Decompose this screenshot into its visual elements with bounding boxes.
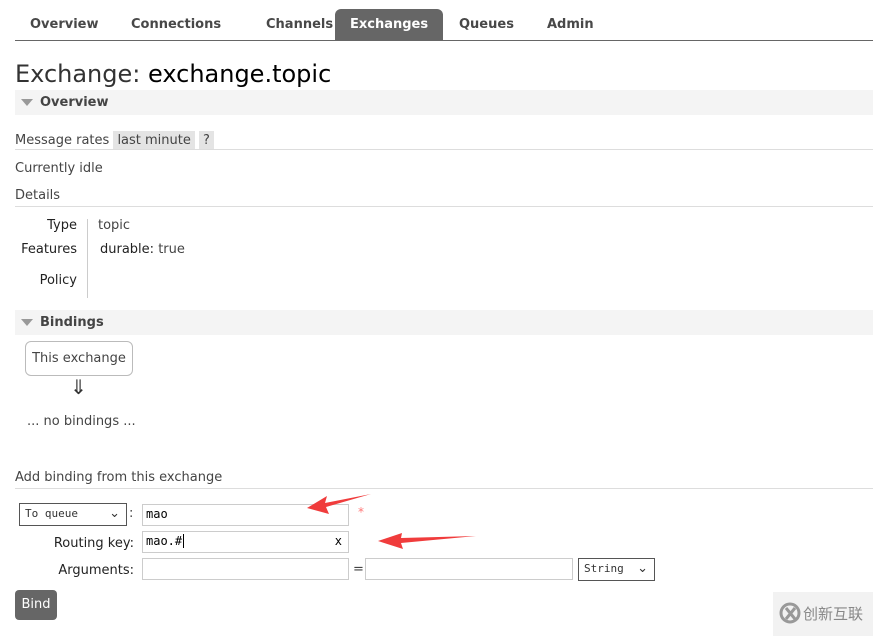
watermark-text: 创新互联 bbox=[803, 605, 864, 623]
text-cursor bbox=[183, 534, 185, 548]
detail-label-policy: Policy bbox=[39, 273, 77, 288]
overview-section-toggle[interactable]: Overview bbox=[15, 90, 873, 115]
annotation-arrow-icon bbox=[307, 494, 371, 514]
destination-type-select[interactable]: To queue ⌄ bbox=[19, 503, 127, 526]
status-text: Currently idle bbox=[15, 161, 103, 176]
details-separator bbox=[87, 219, 88, 298]
argument-value-input[interactable] bbox=[365, 558, 573, 580]
message-rates-label: Message rates bbox=[15, 133, 110, 148]
chevron-down-icon: ⌄ bbox=[109, 506, 120, 521]
tab-channels[interactable]: Channels bbox=[251, 9, 348, 40]
tab-queues[interactable]: Queues bbox=[444, 9, 529, 40]
nav-tabs: Overview Connections Channels Exchanges … bbox=[15, 9, 873, 41]
title-prefix: Exchange: bbox=[15, 60, 141, 88]
arguments-label: Arguments: bbox=[58, 563, 134, 578]
select-value: String bbox=[584, 562, 624, 575]
clear-icon[interactable]: x bbox=[335, 534, 342, 548]
divider bbox=[15, 206, 873, 207]
routing-key-value: mao.# bbox=[146, 534, 183, 548]
bind-button[interactable]: Bind bbox=[15, 590, 57, 620]
detail-label-features: Features bbox=[21, 242, 77, 257]
routing-key-input[interactable]: mao.# x bbox=[142, 531, 349, 553]
divider bbox=[15, 488, 873, 489]
feature-key: durable: bbox=[100, 242, 155, 257]
collapse-triangle-icon bbox=[21, 319, 33, 326]
down-arrow-icon: ⇓ bbox=[70, 375, 87, 399]
chevron-down-icon: ⌄ bbox=[637, 561, 648, 576]
details-label: Details bbox=[15, 188, 61, 203]
argument-type-select[interactable]: String ⌄ bbox=[578, 558, 655, 581]
section-heading: Bindings bbox=[40, 315, 104, 330]
collapse-triangle-icon bbox=[21, 99, 33, 106]
message-rates: Message rates last minute ? bbox=[15, 131, 214, 150]
add-binding-heading: Add binding from this exchange bbox=[15, 470, 223, 485]
help-button[interactable]: ? bbox=[199, 131, 214, 150]
detail-label-type: Type bbox=[47, 218, 77, 233]
divider bbox=[15, 149, 873, 150]
bindings-section-toggle[interactable]: Bindings bbox=[15, 310, 873, 335]
watermark-x-icon bbox=[779, 602, 801, 624]
tab-admin[interactable]: Admin bbox=[532, 9, 609, 40]
detail-value-features: durable: true bbox=[100, 242, 185, 257]
tab-connections[interactable]: Connections bbox=[116, 9, 236, 40]
feature-value: true bbox=[158, 242, 185, 257]
equals-sign: = bbox=[353, 562, 364, 577]
routing-key-label: Routing key: bbox=[53, 536, 134, 551]
annotation-arrow-icon bbox=[378, 533, 476, 549]
rate-period-button[interactable]: last minute bbox=[113, 131, 195, 150]
no-bindings-text: ... no bindings ... bbox=[27, 414, 136, 429]
exchange-name: exchange.topic bbox=[148, 60, 332, 88]
colon: : bbox=[129, 506, 134, 521]
section-heading: Overview bbox=[40, 95, 109, 110]
watermark-logo: 创新互联 bbox=[773, 592, 873, 636]
page-title: Exchange: exchange.topic bbox=[15, 60, 331, 88]
this-exchange-box: This exchange bbox=[25, 341, 133, 376]
detail-value-type: topic bbox=[98, 218, 131, 233]
tab-exchanges[interactable]: Exchanges bbox=[335, 9, 444, 40]
argument-key-input[interactable] bbox=[142, 558, 349, 580]
tab-overview[interactable]: Overview bbox=[15, 9, 114, 40]
select-value: To queue bbox=[25, 507, 78, 520]
